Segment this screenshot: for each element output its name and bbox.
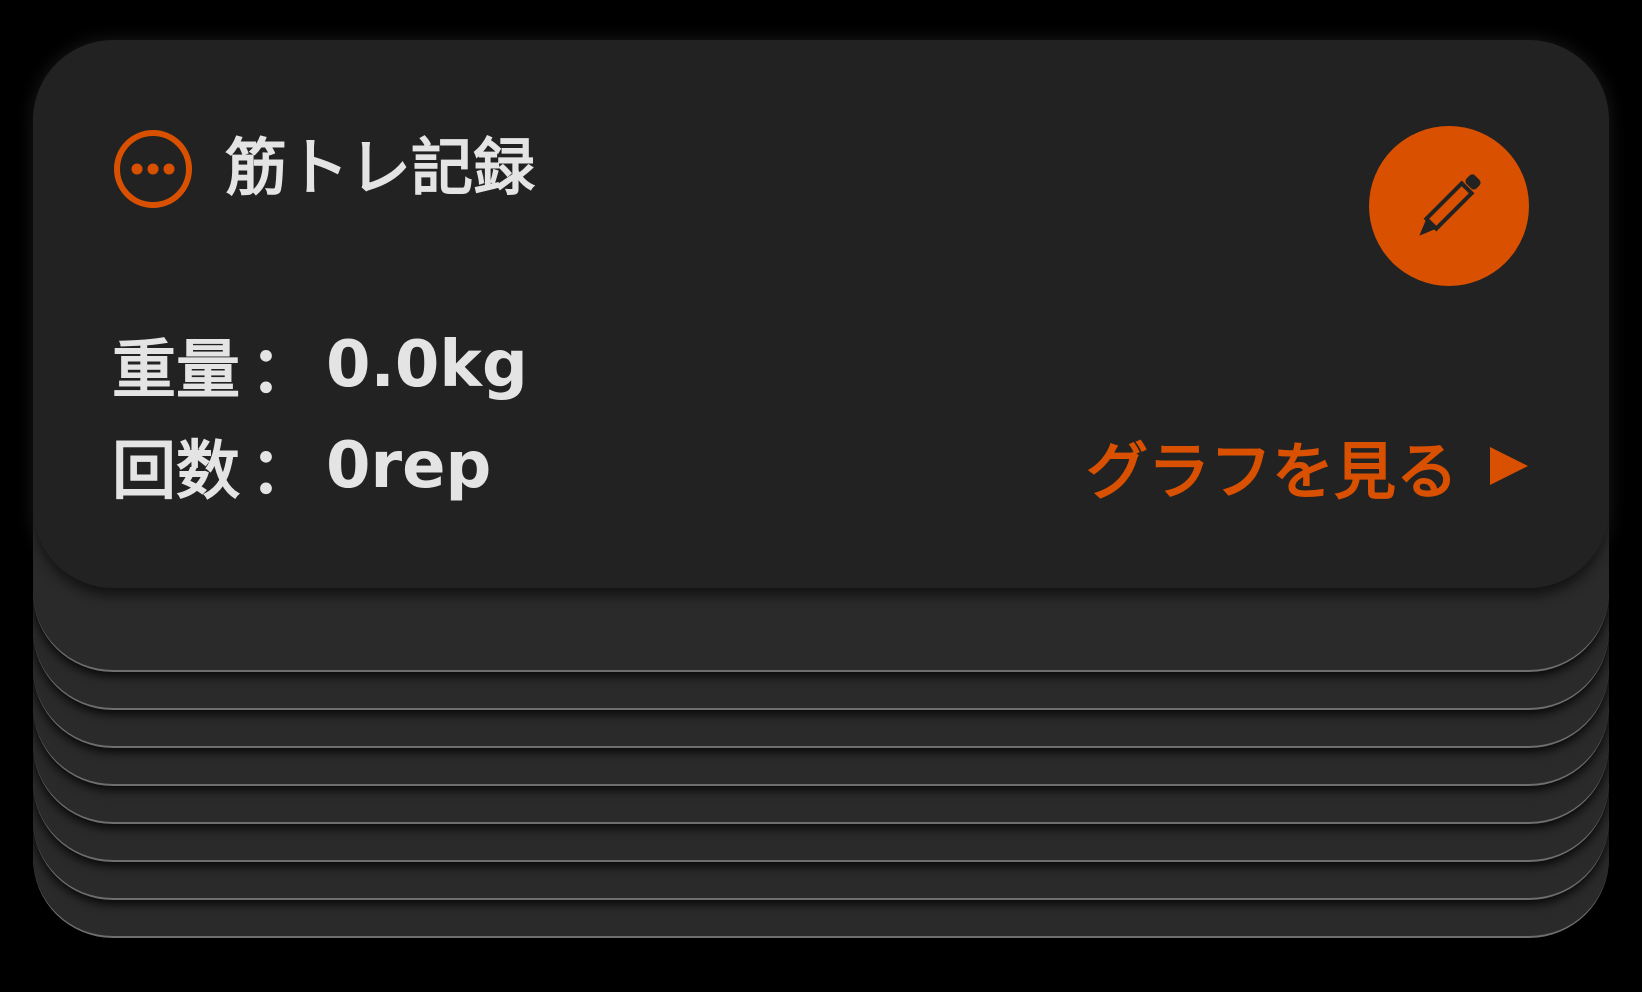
weight-label: 重量 [112,334,240,408]
pencil-icon [1419,174,1481,236]
view-graph-label: グラフを見る [1085,435,1458,508]
edit-button[interactable] [1369,126,1529,286]
reps-value: 0rep [326,429,492,503]
card-title: 筋トレ記録 [225,131,536,204]
reps-separator: ： [250,435,314,509]
weight-separator: ： [250,334,314,408]
view-graph-link[interactable]: グラフを見る [1086,424,1532,508]
weight-stat: 重量 ： 0.0kg [112,323,528,408]
play-triangle-icon [1490,447,1528,485]
more-horizontal-circle-icon[interactable] [113,129,193,209]
reps-stat: 回数 ： 0rep [112,424,492,509]
reps-label: 回数 [112,435,240,509]
weight-value: 0.0kg [326,328,528,402]
